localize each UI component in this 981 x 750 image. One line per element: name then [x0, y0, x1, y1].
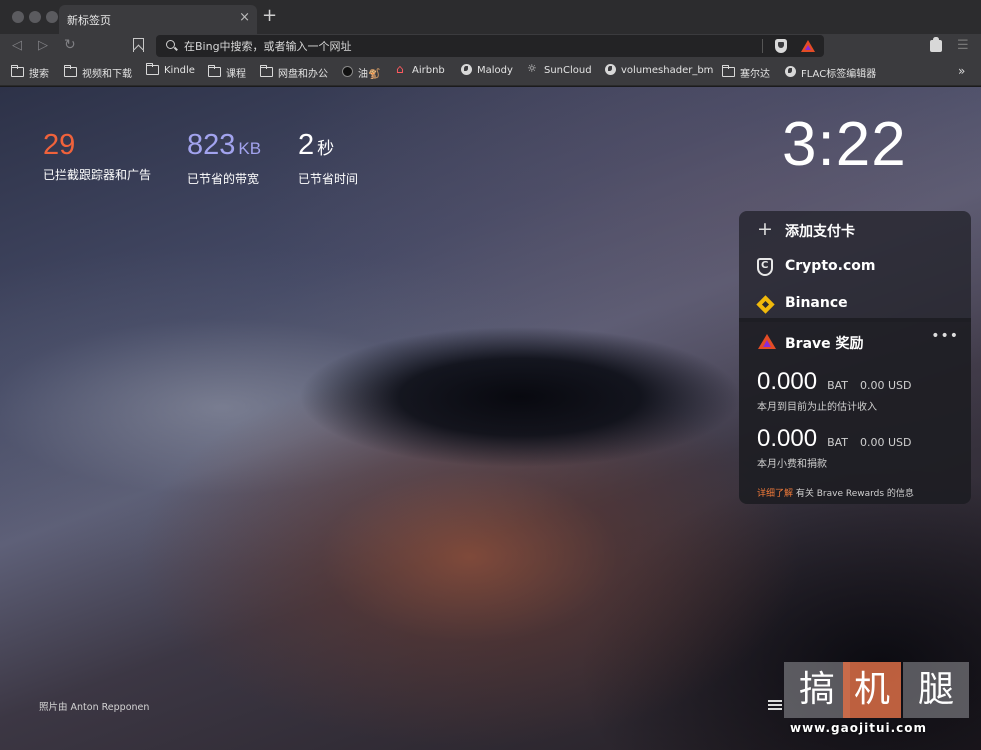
- earnings-currency: BAT: [827, 379, 848, 392]
- back-button[interactable]: ◁: [12, 38, 22, 53]
- brave-rewards-icon: [758, 334, 776, 349]
- menu-icon[interactable]: ☰: [957, 38, 969, 53]
- bookmark-item[interactable]: Malody: [461, 64, 513, 81]
- tips-usd: 0.00 USD: [860, 436, 912, 449]
- crypto-com-icon: [757, 258, 773, 276]
- add-card-label: 添加支付卡: [785, 224, 855, 240]
- search-icon: [166, 40, 175, 49]
- plus-icon: +: [757, 218, 773, 240]
- stat-trackers-label: 已拦截跟踪器和广告: [43, 168, 152, 182]
- stat-time-unit: 秒: [317, 139, 335, 158]
- suncloud-icon: ☼: [527, 62, 537, 75]
- stat-time-value: 2: [298, 129, 315, 161]
- watermark-char: 腿: [903, 662, 969, 718]
- widget-stack: + 添加支付卡 Crypto.com Binance: [739, 211, 971, 322]
- customize-icon[interactable]: [768, 699, 782, 711]
- brave-rewards-widget: Brave 奖励 ••• 0.000 BAT 0.00 USD 本月到目前为止的估计…: [739, 318, 971, 504]
- rewards-tips: 0.000 BAT 0.00 USD 本月小费和捐款: [757, 425, 912, 470]
- url-divider: [762, 39, 763, 53]
- learn-more-link[interactable]: 详细了解: [757, 489, 793, 499]
- stat-trackers: 29 已拦截跟踪器和广告: [43, 128, 151, 183]
- stat-time-label: 已节省时间: [298, 172, 359, 186]
- airbnb-icon: ⌂: [396, 62, 404, 76]
- bookmark-item[interactable]: ⌂ Airbnb: [396, 62, 445, 81]
- toolbar: ◁ ▷ ↻ ☰: [0, 34, 981, 60]
- bookmarks-overflow-button[interactable]: »: [958, 64, 965, 78]
- rewards-footer: 详细了解 有关 Brave Rewards 的信息: [757, 486, 914, 499]
- brave-rewards-icon[interactable]: [801, 40, 815, 52]
- rewards-title: Brave 奖励: [785, 336, 864, 352]
- close-window-button[interactable]: [12, 11, 24, 23]
- tab-close-icon[interactable]: ×: [239, 10, 250, 25]
- bookmark-item[interactable]: Kindle: [146, 62, 195, 81]
- stat-bandwidth-unit: KB: [238, 139, 262, 158]
- bookmarks-bar: 搜索 视频和下载 Kindle 课程 网盘和办公 油🐒 ⌂ Airbnb Malo…: [0, 60, 981, 86]
- tab-new-tab[interactable]: 新标签页 ×: [59, 5, 257, 34]
- bookmark-item[interactable]: ☼ SunCloud: [527, 62, 592, 81]
- stat-bandwidth-label: 已节省的带宽: [187, 172, 260, 186]
- stat-bandwidth: 823 KB 已节省的带宽: [187, 128, 261, 187]
- earnings-caption: 本月到目前为止的估计收入: [757, 402, 877, 413]
- address-bar[interactable]: [156, 35, 824, 57]
- earnings-value: 0.000: [757, 368, 818, 395]
- bookmark-item[interactable]: volumeshader_bm: [605, 64, 713, 81]
- binance-widget-tab[interactable]: Binance: [739, 285, 971, 322]
- folder-icon: [11, 64, 24, 77]
- watermark-url: www.gaojitui.com: [790, 721, 928, 735]
- tab-title: 新标签页: [67, 14, 111, 27]
- stat-bandwidth-value: 823: [187, 129, 236, 161]
- folder-icon: [208, 64, 221, 77]
- forward-button[interactable]: ▷: [38, 38, 48, 53]
- bookmark-item[interactable]: 搜索: [11, 64, 49, 81]
- tab-bar: 新标签页 × +: [0, 0, 981, 34]
- globe-icon: [785, 66, 796, 77]
- site-icon: [342, 66, 353, 77]
- brave-shield-icon[interactable]: [775, 39, 787, 53]
- folder-icon: [722, 64, 735, 77]
- folder-icon: [260, 64, 273, 77]
- stat-trackers-value: 29: [43, 129, 76, 161]
- globe-icon: [461, 64, 472, 75]
- photo-credit: 照片由 Anton Repponen: [39, 702, 150, 713]
- bookmark-item[interactable]: 网盘和办公: [260, 64, 328, 81]
- crypto-label: Crypto.com: [785, 258, 876, 274]
- folder-icon: [146, 62, 159, 75]
- zoom-window-button[interactable]: [46, 11, 58, 23]
- clock: 3:22: [782, 110, 907, 179]
- minimize-window-button[interactable]: [29, 11, 41, 23]
- rewards-footer-text: 有关 Brave Rewards 的信息: [793, 489, 914, 499]
- reload-button[interactable]: ↻: [64, 37, 76, 53]
- new-tab-page: 29 已拦截跟踪器和广告 823 KB 已节省的带宽 2秒 已节省时间 3:22 …: [0, 87, 981, 750]
- tips-value: 0.000: [757, 425, 818, 452]
- tips-currency: BAT: [827, 436, 848, 449]
- folder-icon: [64, 64, 77, 77]
- binance-label: Binance: [785, 295, 848, 311]
- stat-time: 2秒 已节省时间: [298, 128, 358, 187]
- new-tab-button[interactable]: +: [262, 6, 277, 26]
- binance-icon: [756, 295, 775, 314]
- watermark-char: 机: [843, 662, 901, 718]
- bookmark-item[interactable]: 视频和下载: [64, 64, 132, 81]
- rewards-earnings: 0.000 BAT 0.00 USD 本月到目前为止的估计收入: [757, 368, 912, 413]
- bookmark-item[interactable]: FLAC标签编辑器: [785, 65, 876, 81]
- extensions-icon[interactable]: [930, 37, 942, 52]
- globe-icon: [605, 64, 616, 75]
- bookmark-item[interactable]: 油🐒: [342, 65, 380, 81]
- url-input[interactable]: [184, 37, 744, 55]
- bookmark-item[interactable]: 课程: [208, 64, 246, 81]
- crypto-widget-tab[interactable]: Crypto.com: [739, 248, 971, 285]
- bookmark-icon[interactable]: [133, 38, 144, 52]
- watermark-char: 搞: [784, 662, 850, 718]
- tips-caption: 本月小费和捐款: [757, 459, 827, 470]
- add-card-button[interactable]: + 添加支付卡: [739, 211, 971, 248]
- earnings-usd: 0.00 USD: [860, 379, 912, 392]
- rewards-more-button[interactable]: •••: [931, 328, 959, 344]
- bookmark-item[interactable]: 塞尔达: [722, 64, 770, 81]
